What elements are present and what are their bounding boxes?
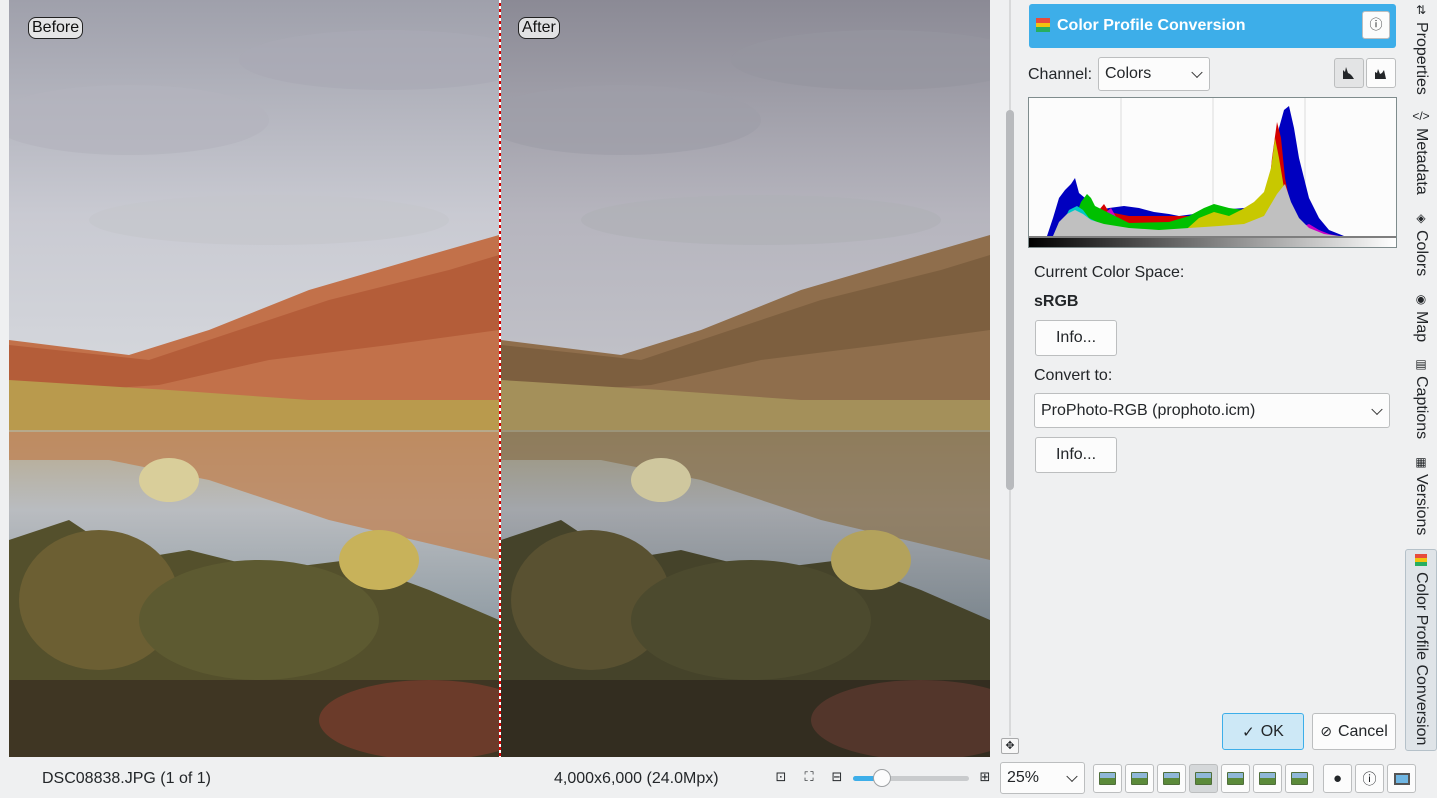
sidebar-tab-label: Map xyxy=(1413,311,1430,343)
tool-info-button[interactable]: ⓘ xyxy=(1362,11,1390,39)
sidebar-tab-color-profile-conversion[interactable]: Color Profile Conversion xyxy=(1405,549,1437,751)
metadata-icon: </> xyxy=(1412,109,1430,123)
view-side-by-side-vertical-button[interactable] xyxy=(1189,764,1218,793)
sidebar-tab-versions[interactable]: ▦ Versions xyxy=(1405,456,1437,548)
overexposure-button[interactable]: ● xyxy=(1323,764,1352,793)
versions-icon: ▦ xyxy=(1415,455,1427,469)
preview-icon xyxy=(1259,772,1276,785)
sidebar-tab-label: Colors xyxy=(1413,230,1430,277)
after-pane: After xyxy=(501,0,990,757)
captions-icon: ▤ xyxy=(1415,357,1427,371)
sidebar-tab-label: Color Profile Conversion xyxy=(1413,572,1430,746)
convert-to-select[interactable]: ProPhoto-RGB (prophoto.icm) xyxy=(1034,393,1390,428)
zoom-slider[interactable] xyxy=(853,769,969,787)
sidebar-tab-captions[interactable]: ▤ Captions xyxy=(1405,358,1437,450)
zoom-100-icon[interactable]: ⛶ xyxy=(802,770,816,784)
zoom-select[interactable]: 25% xyxy=(1000,762,1085,794)
view-side-by-side-horizontal-button[interactable] xyxy=(1221,764,1250,793)
sidebar-tab-metadata[interactable]: </> Metadata xyxy=(1405,110,1437,208)
histogram-log-icon xyxy=(1375,69,1386,79)
color-profile-icon xyxy=(1415,554,1427,566)
original-view-icon xyxy=(1099,772,1116,785)
ok-button[interactable]: ✓ OK xyxy=(1222,713,1304,750)
side-by-side-vertical-icon xyxy=(1195,772,1212,785)
info-button-label: Info... xyxy=(1055,446,1097,463)
side-by-side-horizontal-icon xyxy=(1227,772,1244,785)
check-icon: ✓ xyxy=(1242,723,1255,741)
monitor-icon xyxy=(1393,772,1410,785)
info-icon: ⓘ xyxy=(1369,17,1383,32)
current-color-space-value: sRGB xyxy=(1034,293,1079,310)
zoom-slider-handle[interactable] xyxy=(873,769,891,787)
ok-button-label: OK xyxy=(1260,722,1284,740)
linear-histogram-button[interactable] xyxy=(1334,58,1364,88)
zoom-out-icon[interactable]: ⊟ xyxy=(830,770,844,784)
status-filename: DSC08838.JPG (1 of 1) xyxy=(42,770,211,787)
cancel-icon: ⊘ xyxy=(1320,723,1332,739)
zoom-to-fit-icon[interactable]: ⊡ xyxy=(774,770,788,784)
properties-icon: ⇅ xyxy=(1415,3,1427,17)
chevron-down-icon xyxy=(1191,66,1203,79)
channel-select[interactable]: Colors xyxy=(1098,57,1210,91)
before-pane: Before xyxy=(9,0,499,757)
map-icon: ◉ xyxy=(1415,292,1427,306)
zoom-select-value: 25% xyxy=(1007,769,1040,786)
chevron-down-icon xyxy=(1066,770,1078,783)
split-horizontal-icon xyxy=(1163,772,1180,785)
underexposure-button[interactable]: ⓘ xyxy=(1355,764,1384,793)
underexposure-icon: ⓘ xyxy=(1362,770,1377,787)
log-histogram-button[interactable] xyxy=(1366,58,1396,88)
sidebar-tabs: ⇅ Properties </> Metadata ◈ Colors ◉ Map… xyxy=(1405,0,1437,757)
view-split-vertical-button[interactable] xyxy=(1125,764,1154,793)
before-label: Before xyxy=(28,17,84,39)
mouse-over-icon xyxy=(1291,772,1308,785)
tool-title: Color Profile Conversion xyxy=(1057,17,1246,34)
before-image xyxy=(9,0,499,757)
navigate-icon[interactable]: ✥ xyxy=(1001,738,1019,754)
current-profile-info-button[interactable]: Info... xyxy=(1035,320,1117,356)
chevron-down-icon xyxy=(1371,403,1383,415)
after-label: After xyxy=(518,17,560,39)
histogram xyxy=(1028,97,1397,248)
info-button-label: Info... xyxy=(1055,329,1097,346)
view-split-horizontal-button[interactable] xyxy=(1157,764,1186,793)
view-preview-button[interactable] xyxy=(1253,764,1282,793)
sidebar-tab-label: Versions xyxy=(1413,474,1430,536)
split-handle[interactable] xyxy=(499,0,501,757)
after-image xyxy=(501,0,990,757)
convert-to-value: ProPhoto-RGB (prophoto.icm) xyxy=(1041,401,1256,419)
cancel-button-label: Cancel xyxy=(1337,722,1388,740)
current-color-space-label: Current Color Space: xyxy=(1034,264,1185,281)
color-profile-icon xyxy=(1036,18,1050,32)
overexposure-icon: ● xyxy=(1332,770,1343,787)
split-vertical-icon xyxy=(1131,772,1148,785)
zoom-in-icon[interactable]: ⊞ xyxy=(978,770,992,784)
sidebar-tab-label: Captions xyxy=(1413,376,1430,440)
preview-vertical-scrollbar[interactable] xyxy=(1003,0,1017,736)
histogram-linear-icon xyxy=(1343,67,1354,79)
view-original-button[interactable] xyxy=(1093,764,1122,793)
status-bar: DSC08838.JPG (1 of 1) 4,000x6,000 (24.0M… xyxy=(0,757,1437,798)
channel-label: Channel: xyxy=(1028,66,1093,83)
target-profile-info-button[interactable]: Info... xyxy=(1035,437,1117,473)
colors-icon: ◈ xyxy=(1416,211,1426,225)
channel-select-value: Colors xyxy=(1105,65,1152,82)
sidebar-tab-label: Metadata xyxy=(1413,128,1430,195)
color-managed-view-button[interactable] xyxy=(1387,764,1416,793)
histogram-plot xyxy=(1029,98,1396,247)
status-dimensions: 4,000x6,000 (24.0Mpx) xyxy=(554,770,719,787)
sidebar-tab-label: Properties xyxy=(1413,22,1430,95)
view-mouse-over-button[interactable] xyxy=(1285,764,1314,793)
tool-header: Color Profile Conversion ⓘ xyxy=(1029,4,1396,48)
sidebar-tab-map[interactable]: ◉ Map xyxy=(1405,293,1437,353)
scrollbar-thumb[interactable] xyxy=(1006,110,1014,490)
cancel-button[interactable]: ⊘ Cancel xyxy=(1312,713,1396,750)
image-preview[interactable]: Before After xyxy=(9,0,990,757)
convert-to-label: Convert to: xyxy=(1034,367,1113,384)
sidebar-tab-properties[interactable]: ⇅ Properties xyxy=(1405,4,1437,104)
sidebar-tab-colors[interactable]: ◈ Colors xyxy=(1405,212,1437,290)
